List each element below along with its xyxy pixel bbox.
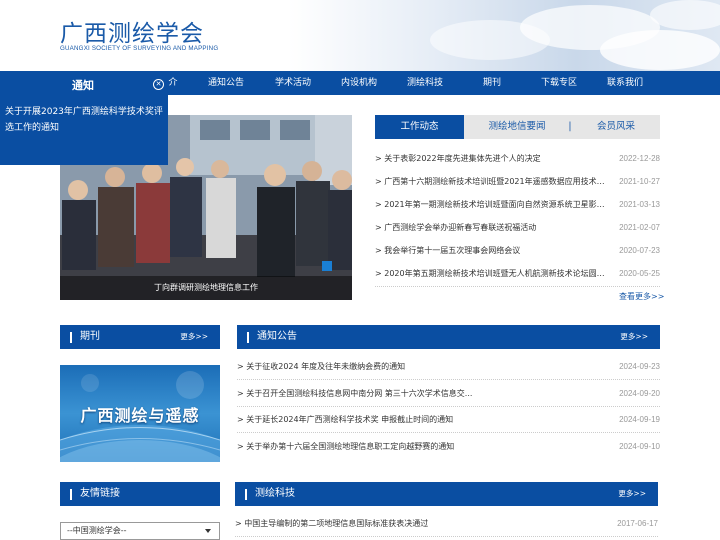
- links-section-title: 友情链接: [80, 488, 120, 499]
- news-title[interactable]: 2021年第一期测绘新技术培训班暨面向自然资源系统卫星影像...: [384, 200, 607, 209]
- news-title[interactable]: 关于表彰2022年度先进集体先进个人的决定: [384, 154, 540, 163]
- notice-date: 2024-09-19: [619, 415, 660, 424]
- journal-section-header: 期刊 更多>>: [60, 325, 220, 349]
- nav-item-technology[interactable]: 测绘科技: [395, 71, 455, 95]
- list-item[interactable]: > 关于表彰2022年度先进集体先进个人的决定 2022-12-28: [375, 151, 660, 167]
- tech-date: 2017-06-17: [617, 519, 658, 528]
- tab-industry-news[interactable]: 测绘地信要闻: [471, 115, 563, 139]
- header: 广西测绘学会 GUANGXI SOCIETY OF SURVEYING AND …: [0, 0, 720, 71]
- news-date: 2020-05-25: [619, 269, 660, 278]
- list-item[interactable]: > 广西测绘学会举办迎新春写春联送祝福活动 2021-02-07: [375, 220, 660, 236]
- notice-popup-title: 通知: [72, 79, 94, 92]
- section-bar: [70, 489, 72, 500]
- notice-title[interactable]: 关于召开全国测绘科技信息网中南分网 第三十六次学术信息交...: [246, 389, 472, 398]
- notice-date: 2024-09-20: [619, 389, 660, 398]
- section-bar: [247, 332, 249, 343]
- notice-title[interactable]: 关于征收2024 年度及往年未缴纳会费的通知: [246, 362, 405, 371]
- tech-section-title: 测绘科技: [255, 488, 295, 499]
- news-title[interactable]: 广西测绘学会举办迎新春写春联送祝福活动: [384, 223, 536, 232]
- close-icon[interactable]: ✕: [153, 79, 164, 90]
- nav-item-departments[interactable]: 内设机构: [329, 71, 389, 95]
- divider: [375, 286, 660, 287]
- nav-item-journal[interactable]: 期刊: [462, 71, 522, 95]
- tab-work-news[interactable]: 工作动态: [375, 115, 464, 139]
- site-logo-title[interactable]: 广西测绘学会: [60, 14, 204, 48]
- tech-more-link[interactable]: 更多>>: [618, 482, 646, 506]
- divider: [237, 379, 660, 380]
- nav-item-contact[interactable]: 联系我们: [595, 71, 655, 95]
- chevron-down-icon: [205, 529, 211, 533]
- tab-divider: |: [568, 121, 572, 132]
- tech-title[interactable]: 中国主导编制的第二项地理信息国际标准获表决通过: [244, 519, 428, 528]
- divider: [235, 536, 658, 537]
- section-bar: [245, 489, 247, 500]
- list-item[interactable]: > 关于征收2024 年度及往年未缴纳会费的通知 2024-09-23: [237, 359, 660, 375]
- news-date: 2021-03-13: [619, 200, 660, 209]
- list-item[interactable]: > 2021年第一期测绘新技术培训班暨面向自然资源系统卫星影像... 2021-0…: [375, 197, 660, 213]
- tech-section-header: 测绘科技 更多>>: [235, 482, 658, 506]
- divider: [237, 406, 660, 407]
- site-logo-subtitle: GUANGXI SOCIETY OF SURVEYING AND MAPPING: [60, 45, 219, 52]
- news-title[interactable]: 广西第十六期测绘新技术培训班暨2021年遥感数据应用技术创...: [384, 177, 607, 186]
- notice-date: 2024-09-23: [619, 362, 660, 371]
- news-date: 2020-07-23: [619, 246, 660, 255]
- list-item[interactable]: > 2020年第五期测绘新技术培训班暨无人机航测新技术论坛圆满... 2020-0…: [375, 266, 660, 282]
- section-bar: [70, 332, 72, 343]
- news-date: 2021-10-27: [619, 177, 660, 186]
- nav-item-notices[interactable]: 通知公告: [196, 71, 256, 95]
- tab-member-news[interactable]: 会员风采: [578, 115, 654, 139]
- nav-item-downloads[interactable]: 下载专区: [529, 71, 589, 95]
- list-item[interactable]: > 关于延长2024年广西测绘科学技术奖 申报截止时间的通知 2024-09-19: [237, 412, 660, 428]
- journal-banner-title: 广西测绘与遥感: [80, 406, 200, 425]
- nav-item-academic[interactable]: 学术活动: [263, 71, 323, 95]
- notices-section-header: 通知公告 更多>>: [237, 325, 660, 349]
- news-title[interactable]: 我会举行第十一届五次理事会网络会议: [384, 246, 520, 255]
- friendly-links-select[interactable]: --中国测绘学会--: [60, 522, 220, 540]
- news-more-link[interactable]: 查看更多>>: [619, 291, 664, 302]
- links-section-header: 友情链接: [60, 482, 220, 506]
- list-item[interactable]: > 关于召开全国测绘科技信息网中南分网 第三十六次学术信息交... 2024-09…: [237, 386, 660, 402]
- news-tabs: 工作动态 测绘地信要闻 | 会员风采: [375, 115, 660, 139]
- notice-popup: 通知 ✕ 关于开展2023年广西测绘科学技术奖评选工作的通知: [0, 71, 168, 165]
- notice-title[interactable]: 关于举办第十六届全国测绘地理信息职工定向越野赛的通知: [246, 442, 454, 451]
- news-date: 2021-02-07: [619, 223, 660, 232]
- notice-date: 2024-09-10: [619, 442, 660, 451]
- news-title[interactable]: 2020年第五期测绘新技术培训班暨无人机航测新技术论坛圆满...: [384, 269, 607, 278]
- notice-title[interactable]: 关于延长2024年广西测绘科学技术奖 申报截止时间的通知: [246, 415, 453, 424]
- list-item[interactable]: > 广西第十六期测绘新技术培训班暨2021年遥感数据应用技术创... 2021-1…: [375, 174, 660, 190]
- notice-popup-link[interactable]: 关于开展2023年广西测绘科学技术奖评选工作的通知: [5, 104, 163, 136]
- friendly-links-select-value: --中国测绘学会--: [67, 526, 127, 535]
- notices-more-link[interactable]: 更多>>: [620, 325, 648, 349]
- list-item[interactable]: > 关于举办第十六届全国测绘地理信息职工定向越野赛的通知 2024-09-10: [237, 439, 660, 455]
- journal-section-title: 期刊: [80, 331, 100, 342]
- list-item[interactable]: > 中国主导编制的第二项地理信息国际标准获表决通过 2017-06-17: [235, 516, 658, 532]
- divider: [237, 432, 660, 433]
- journal-banner[interactable]: 广西测绘与遥感: [60, 365, 220, 462]
- list-item[interactable]: > 我会举行第十一届五次理事会网络会议 2020-07-23: [375, 243, 660, 259]
- photo-caption[interactable]: 丁向群调研测绘地理信息工作: [60, 276, 352, 300]
- news-date: 2022-12-28: [619, 154, 660, 163]
- journal-more-link[interactable]: 更多>>: [180, 325, 208, 349]
- notices-section-title: 通知公告: [257, 331, 297, 342]
